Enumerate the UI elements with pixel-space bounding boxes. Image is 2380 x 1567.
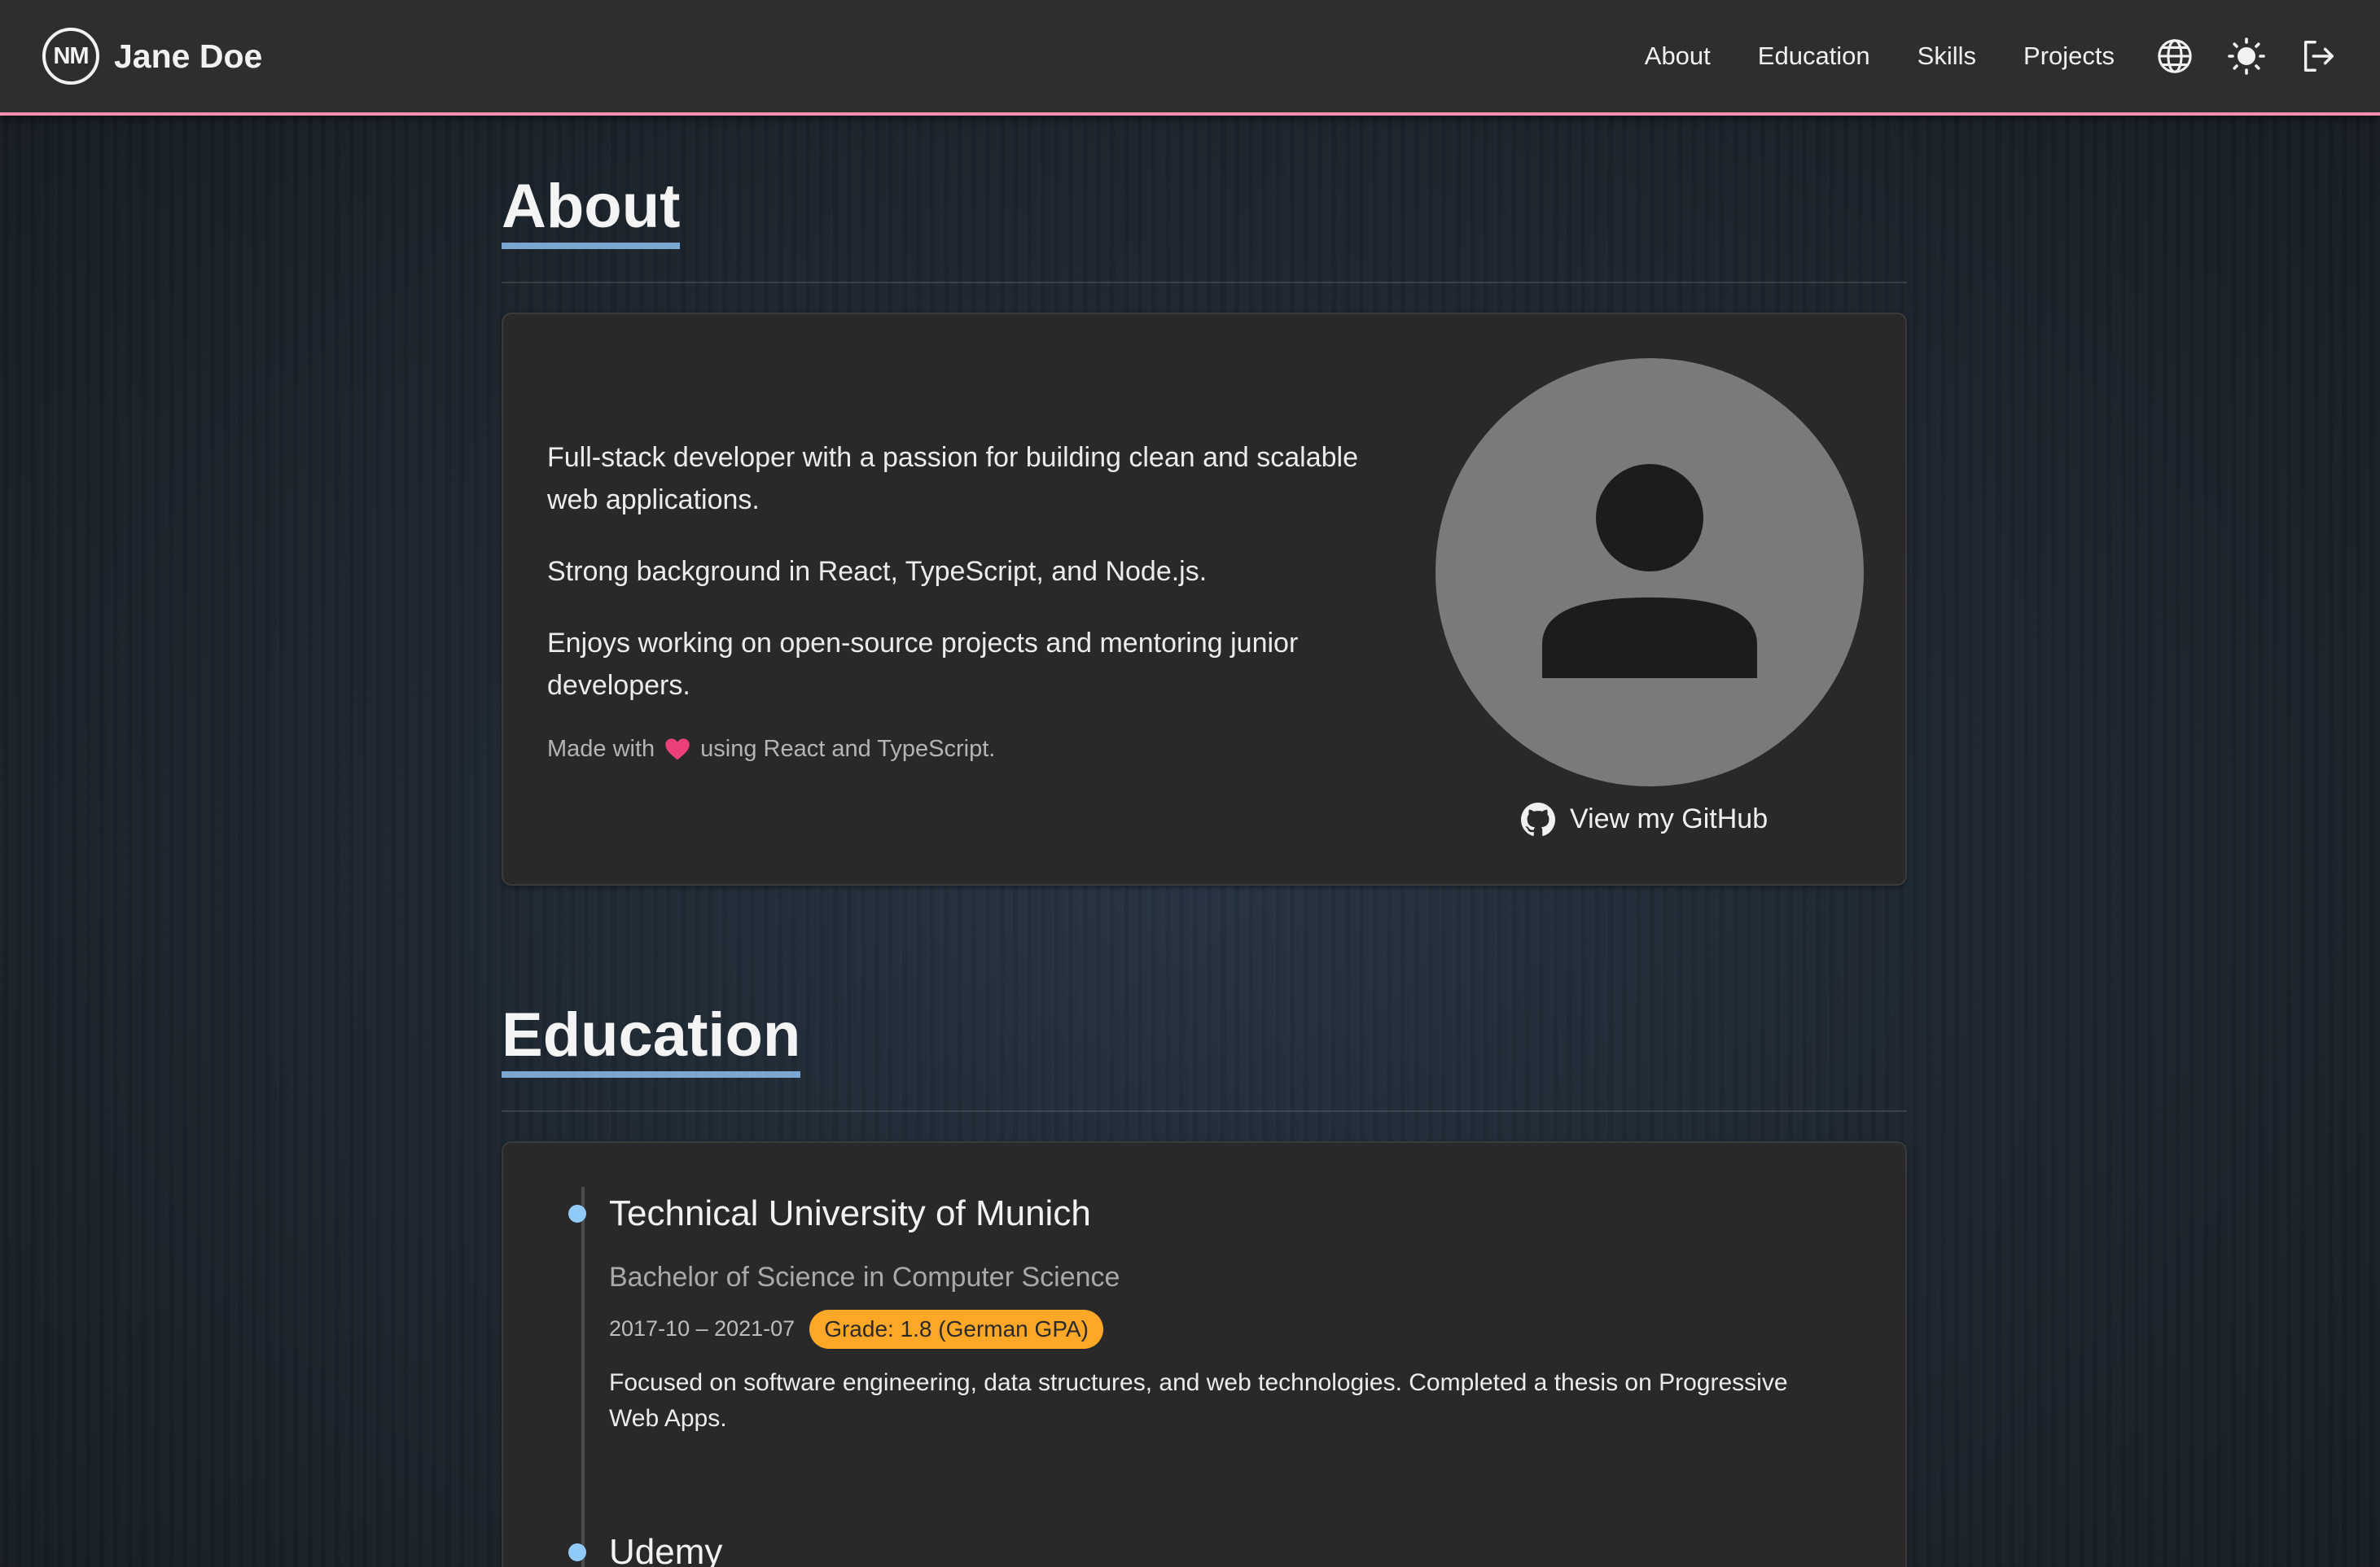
grade-badge: Grade: 1.8 (German GPA) — [809, 1309, 1103, 1349]
education-item: Udemy — [568, 1531, 723, 1567]
avatar — [1435, 357, 1864, 786]
nav-link-projects[interactable]: Projects — [2023, 42, 2115, 71]
education-school: Technical University of Munich — [609, 1193, 1091, 1233]
timeline-dot — [568, 1543, 586, 1561]
github-link-label: View my GitHub — [1570, 803, 1769, 835]
about-paragraph: Enjoys working on open-source projects a… — [547, 627, 1299, 701]
nav-link-education[interactable]: Education — [1758, 42, 1870, 71]
github-link[interactable]: View my GitHub — [1521, 802, 1769, 837]
about-section: About Full-stack developer with a passio… — [502, 174, 1907, 886]
globe-icon[interactable] — [2155, 37, 2194, 76]
about-card: Full-stack developer with a passion for … — [502, 312, 1907, 886]
education-item: Technical University of Munich Bachelor … — [568, 1193, 1830, 1437]
nav-icon-group — [2123, 37, 2338, 76]
brand-name[interactable]: Jane Doe — [114, 37, 262, 76]
timeline-dot — [568, 1204, 586, 1223]
education-description: Focused on software engineering, data st… — [609, 1368, 1788, 1432]
logout-icon[interactable] — [2299, 37, 2338, 76]
made-with-note: Made with using React and TypeScript. — [547, 736, 1361, 763]
education-degree: Bachelor of Science in Computer Science — [609, 1261, 1120, 1293]
nav-link-about[interactable]: About — [1645, 42, 1711, 71]
education-title: Education — [502, 1003, 801, 1078]
timeline-line — [581, 1186, 585, 1567]
about-text: Full-stack developer with a passion for … — [547, 436, 1361, 763]
education-school: Udemy — [609, 1531, 723, 1567]
education-meta: 2017-10 – 2021-07 Grade: 1.8 (German GPA… — [609, 1309, 1830, 1349]
about-paragraph: Strong background in React, TypeScript, … — [547, 555, 1208, 587]
sun-icon[interactable] — [2227, 37, 2266, 76]
education-dates: 2017-10 – 2021-07 — [609, 1316, 796, 1342]
logo-badge[interactable]: NM — [42, 28, 99, 85]
nav-links: About Education Skills Projects — [1645, 37, 2338, 76]
made-with-prefix: Made with — [547, 735, 655, 762]
nav-link-skills[interactable]: Skills — [1918, 42, 1976, 71]
section-divider — [502, 1110, 1907, 1112]
heart-icon — [664, 737, 690, 761]
top-navbar: NM Jane Doe About Education Skills Proje… — [0, 0, 2380, 116]
education-card: Technical University of Munich Bachelor … — [502, 1140, 1907, 1567]
about-paragraph: Full-stack developer with a passion for … — [547, 441, 1359, 515]
made-with-suffix: using React and TypeScript. — [700, 735, 996, 762]
about-title: About — [502, 174, 681, 249]
education-section: Education Technical University of Munich… — [502, 1003, 1907, 1567]
section-divider — [502, 281, 1907, 283]
github-icon — [1521, 802, 1555, 836]
